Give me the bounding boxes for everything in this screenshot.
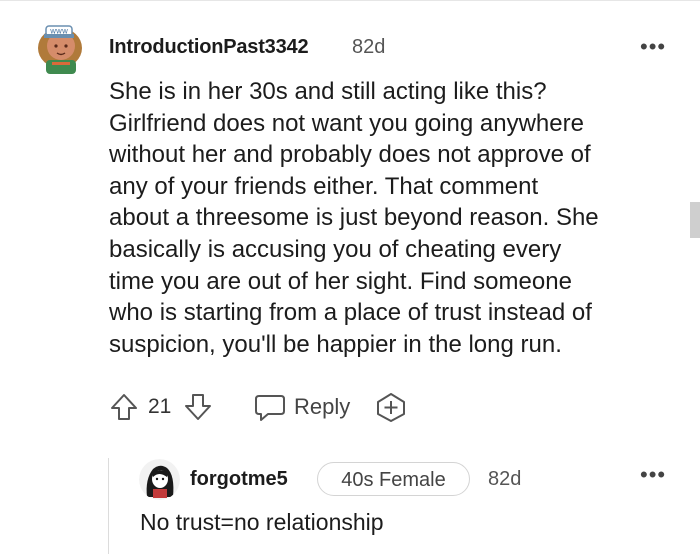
comment-line: who is starting from a place of trust in… bbox=[109, 299, 592, 327]
user-flair: 40s Female bbox=[317, 462, 470, 496]
more-horizontal-icon[interactable]: ••• bbox=[640, 36, 666, 58]
reply-user-avatar[interactable] bbox=[139, 459, 180, 500]
scrollbar-thumb[interactable] bbox=[690, 202, 700, 238]
comment-username[interactable]: IntroductionPast3342 bbox=[109, 36, 309, 59]
comment-line: basically is accusing you of cheating ev… bbox=[109, 235, 562, 263]
arrow-up-icon[interactable] bbox=[109, 392, 139, 422]
avatar-hat-text: WWW bbox=[50, 29, 68, 36]
chat-bubble-icon bbox=[255, 395, 285, 421]
reply-label: Reply bbox=[294, 394, 351, 419]
more-horizontal-icon[interactable]: ••• bbox=[640, 464, 666, 486]
comment-line: Girlfriend does not want you going anywh… bbox=[109, 109, 584, 137]
reply-username[interactable]: forgotme5 bbox=[190, 468, 288, 491]
comment-line: suspicion, you'll be happier in the long… bbox=[109, 330, 562, 358]
award-plus-icon[interactable] bbox=[375, 392, 407, 422]
comment-line: any of your friends either. That comment bbox=[109, 172, 539, 200]
top-divider bbox=[0, 0, 700, 1]
comment-line: time you are out of her sight. Find some… bbox=[109, 267, 572, 295]
comment-age: 82d bbox=[352, 36, 386, 58]
vote-score: 21 bbox=[148, 395, 172, 418]
reply-body: No trust=no relationship bbox=[140, 509, 384, 535]
reply-age: 82d bbox=[488, 468, 522, 490]
arrow-down-icon[interactable] bbox=[183, 392, 213, 422]
comment-line: She is in her 30s and still acting like … bbox=[109, 78, 547, 105]
comment-body: She is in her 30s and still acting like … bbox=[109, 76, 689, 360]
comment-line: without her and probably does not approv… bbox=[109, 141, 591, 169]
user-avatar[interactable]: WWW bbox=[34, 18, 86, 74]
comment-line: about a threesome is just beyond reason.… bbox=[109, 204, 599, 232]
thread-line[interactable] bbox=[108, 458, 109, 554]
